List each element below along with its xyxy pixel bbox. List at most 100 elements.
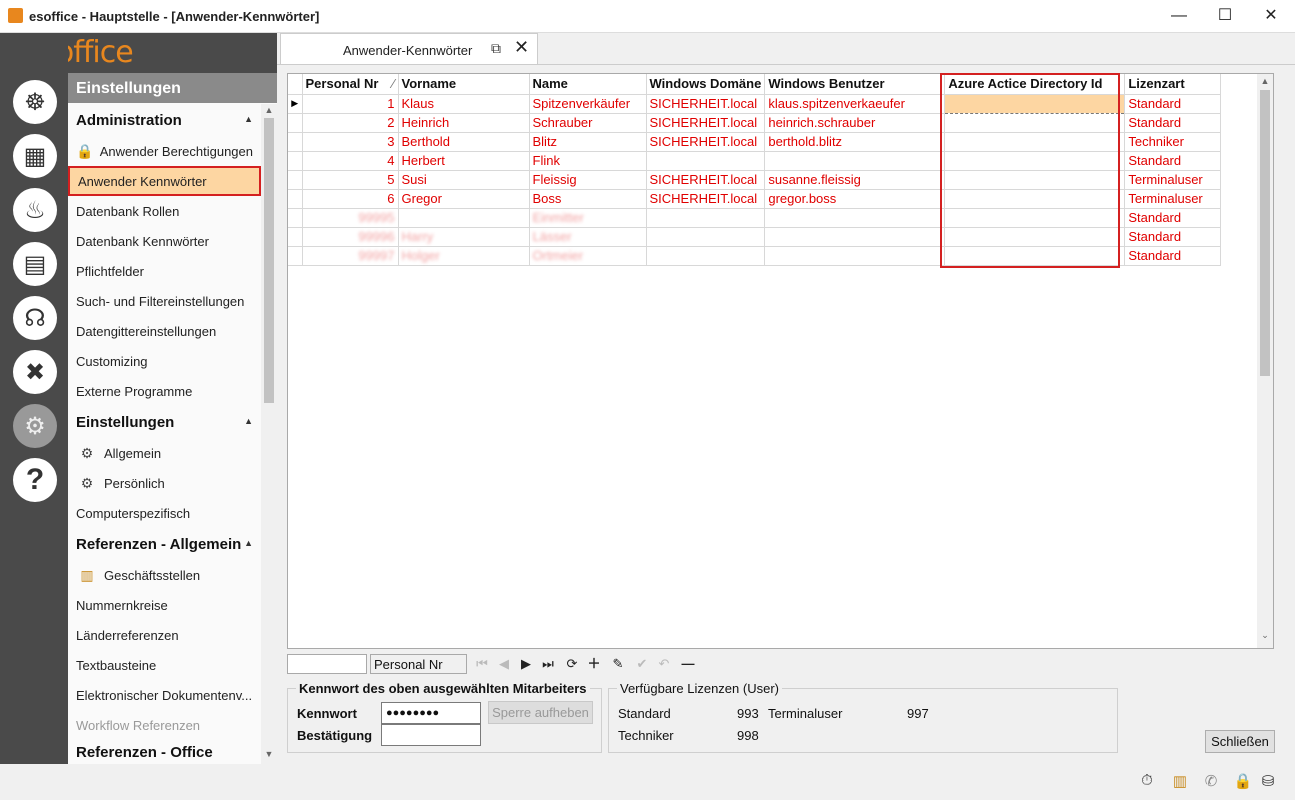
edit-record-icon[interactable]: ✎: [608, 654, 628, 674]
cell-vorname[interactable]: Berthold: [398, 132, 530, 152]
cell-azure-id[interactable]: [944, 132, 1126, 152]
table-row[interactable]: 99995 Einmitter Standard: [288, 208, 1222, 228]
close-tab-icon[interactable]: ✕: [514, 37, 529, 58]
cell-domain[interactable]: [646, 227, 766, 247]
cell-lizenzart[interactable]: Techniker: [1124, 132, 1222, 152]
scroll-thumb[interactable]: [1260, 90, 1270, 376]
cell-name[interactable]: Blitz: [529, 132, 647, 152]
cell-name[interactable]: Fleissig: [529, 170, 647, 190]
nav-datenbank-rollen[interactable]: Datenbank Rollen: [68, 196, 261, 226]
cell-personal-nr-blurred[interactable]: 99997: [302, 246, 399, 266]
scroll-down-icon[interactable]: ⌄: [1257, 630, 1273, 641]
cell-azure-id[interactable]: [944, 189, 1126, 209]
cell-name[interactable]: Boss: [529, 189, 647, 209]
maximize-button[interactable]: ☐: [1202, 0, 1248, 32]
cell-domain[interactable]: [646, 151, 766, 171]
cell-vorname[interactable]: Gregor: [398, 189, 530, 209]
col-header-personal-nr[interactable]: Personal Nr ⁄: [302, 74, 399, 95]
table-row[interactable]: 4 Herbert Flink Standard: [288, 151, 1222, 171]
cell-name[interactable]: Spitzenverkäufer: [529, 94, 647, 114]
cell-domain[interactable]: SICHERHEIT.local: [646, 189, 766, 209]
nav-such-filtereinstellungen[interactable]: Such- und Filtereinstellungen: [68, 286, 261, 316]
col-header-windows-benutzer[interactable]: Windows Benutzer: [764, 74, 946, 95]
cell-windows-user[interactable]: [764, 227, 946, 247]
last-record-icon[interactable]: ⏭: [538, 654, 558, 674]
cell-vorname-blurred[interactable]: Harry: [398, 227, 530, 247]
cell-lizenzart[interactable]: Standard: [1124, 208, 1222, 228]
cell-lizenzart[interactable]: Terminaluser: [1124, 170, 1222, 190]
cell-windows-user[interactable]: heinrich.schrauber: [764, 113, 946, 133]
close-button[interactable]: Schließen: [1205, 730, 1275, 753]
cell-personal-nr[interactable]: 1: [302, 94, 399, 114]
section-einstellungen[interactable]: Einstellungen ▲: [68, 406, 261, 438]
cell-personal-nr[interactable]: 3: [302, 132, 399, 152]
cell-azure-id[interactable]: [944, 208, 1126, 228]
cell-windows-user[interactable]: susanne.fleissig: [764, 170, 946, 190]
tools-icon[interactable]: ✖: [13, 350, 57, 394]
nav-externe-programme[interactable]: Externe Programme: [68, 376, 261, 406]
cell-vorname[interactable]: Herbert: [398, 151, 530, 171]
unlock-button[interactable]: Sperre aufheben: [488, 701, 593, 724]
cell-azure-id[interactable]: [944, 94, 1126, 114]
tab-anwender-kennwoerter[interactable]: Anwender-Kennwörter ⧉ ✕: [280, 33, 538, 65]
nav-laenderreferenzen[interactable]: Länderreferenzen: [68, 620, 261, 650]
cell-name[interactable]: Schrauber: [529, 113, 647, 133]
scroll-up-icon[interactable]: ▲: [261, 105, 277, 115]
cell-personal-nr[interactable]: 5: [302, 170, 399, 190]
popout-icon[interactable]: ⧉: [491, 40, 501, 57]
phone-icon[interactable]: ✆: [1201, 772, 1221, 792]
table-row[interactable]: 99997 Holger Ortmeier Standard: [288, 246, 1222, 266]
collapse-icon[interactable]: ▲: [244, 416, 253, 426]
nav-pflichtfelder[interactable]: Pflichtfelder: [68, 256, 261, 286]
lock-icon[interactable]: 🔒: [1233, 772, 1253, 792]
user-password-grid[interactable]: Personal Nr ⁄ Vorname Name Windows Domäne…: [287, 73, 1274, 649]
prev-record-icon[interactable]: ◀: [494, 654, 514, 674]
nav-customizing[interactable]: Customizing: [68, 346, 261, 376]
nav-datenbank-kennwoerter[interactable]: Datenbank Kennwörter: [68, 226, 261, 256]
cell-lizenzart[interactable]: Standard: [1124, 94, 1222, 114]
cell-domain[interactable]: SICHERHEIT.local: [646, 113, 766, 133]
cell-lizenzart[interactable]: Standard: [1124, 113, 1222, 133]
cell-windows-user[interactable]: berthold.blitz: [764, 132, 946, 152]
col-header-windows-domaene[interactable]: Windows Domäne: [646, 74, 766, 95]
cell-lizenzart[interactable]: Terminaluser: [1124, 189, 1222, 209]
cell-windows-user[interactable]: [764, 208, 946, 228]
section-administration[interactable]: Administration ▲: [68, 104, 261, 136]
cell-name[interactable]: Flink: [529, 151, 647, 171]
nav-textbausteine[interactable]: Textbausteine: [68, 650, 261, 680]
col-header-name[interactable]: Name: [529, 74, 647, 95]
next-record-icon[interactable]: ▶: [516, 654, 536, 674]
cell-vorname-blurred[interactable]: [398, 208, 530, 228]
cell-vorname-blurred[interactable]: Holger: [398, 246, 530, 266]
scroll-down-icon[interactable]: ▼: [261, 749, 277, 759]
cell-azure-id[interactable]: [944, 170, 1126, 190]
cell-personal-nr[interactable]: 6: [302, 189, 399, 209]
sidebar-scrollbar[interactable]: ▲ ▼: [261, 104, 277, 764]
col-header-vorname[interactable]: Vorname: [398, 74, 530, 95]
cell-vorname[interactable]: Heinrich: [398, 113, 530, 133]
database-icon[interactable]: ⛁: [1258, 772, 1278, 792]
scroll-up-icon[interactable]: ▲: [1257, 76, 1273, 86]
money-icon[interactable]: ▤: [13, 242, 57, 286]
help-icon[interactable]: ?: [13, 458, 57, 502]
confirm-password-field[interactable]: [381, 724, 481, 746]
stopwatch-icon[interactable]: ⏱: [1137, 772, 1157, 792]
cell-personal-nr[interactable]: 2: [302, 113, 399, 133]
cell-azure-id[interactable]: [944, 151, 1126, 171]
nav-datengittereinstellungen[interactable]: Datengittereinstellungen: [68, 316, 261, 346]
cell-domain[interactable]: SICHERHEIT.local: [646, 170, 766, 190]
alarm-light-icon[interactable]: ♨: [13, 188, 57, 232]
table-row[interactable]: 6 Gregor Boss SICHERHEIT.local gregor.bo…: [288, 189, 1222, 209]
cell-windows-user[interactable]: [764, 151, 946, 171]
col-header-lizenzart[interactable]: Lizenzart: [1124, 74, 1222, 95]
table-row[interactable]: 99996 Harry Lässer Standard: [288, 227, 1222, 247]
cell-windows-user[interactable]: klaus.spitzenverkaeufer: [764, 94, 946, 114]
cell-lizenzart[interactable]: Standard: [1124, 151, 1222, 171]
cell-domain[interactable]: SICHERHEIT.local: [646, 132, 766, 152]
table-row[interactable]: ▶ 1 Klaus Spitzenverkäufer SICHERHEIT.lo…: [288, 94, 1222, 114]
cell-vorname[interactable]: Susi: [398, 170, 530, 190]
delete-record-icon[interactable]: —: [678, 654, 698, 674]
helm-icon[interactable]: ☸: [13, 80, 57, 124]
headset-icon[interactable]: ☊: [13, 296, 57, 340]
col-header-azure-id[interactable]: Azure Actice Directory Id: [944, 74, 1126, 95]
